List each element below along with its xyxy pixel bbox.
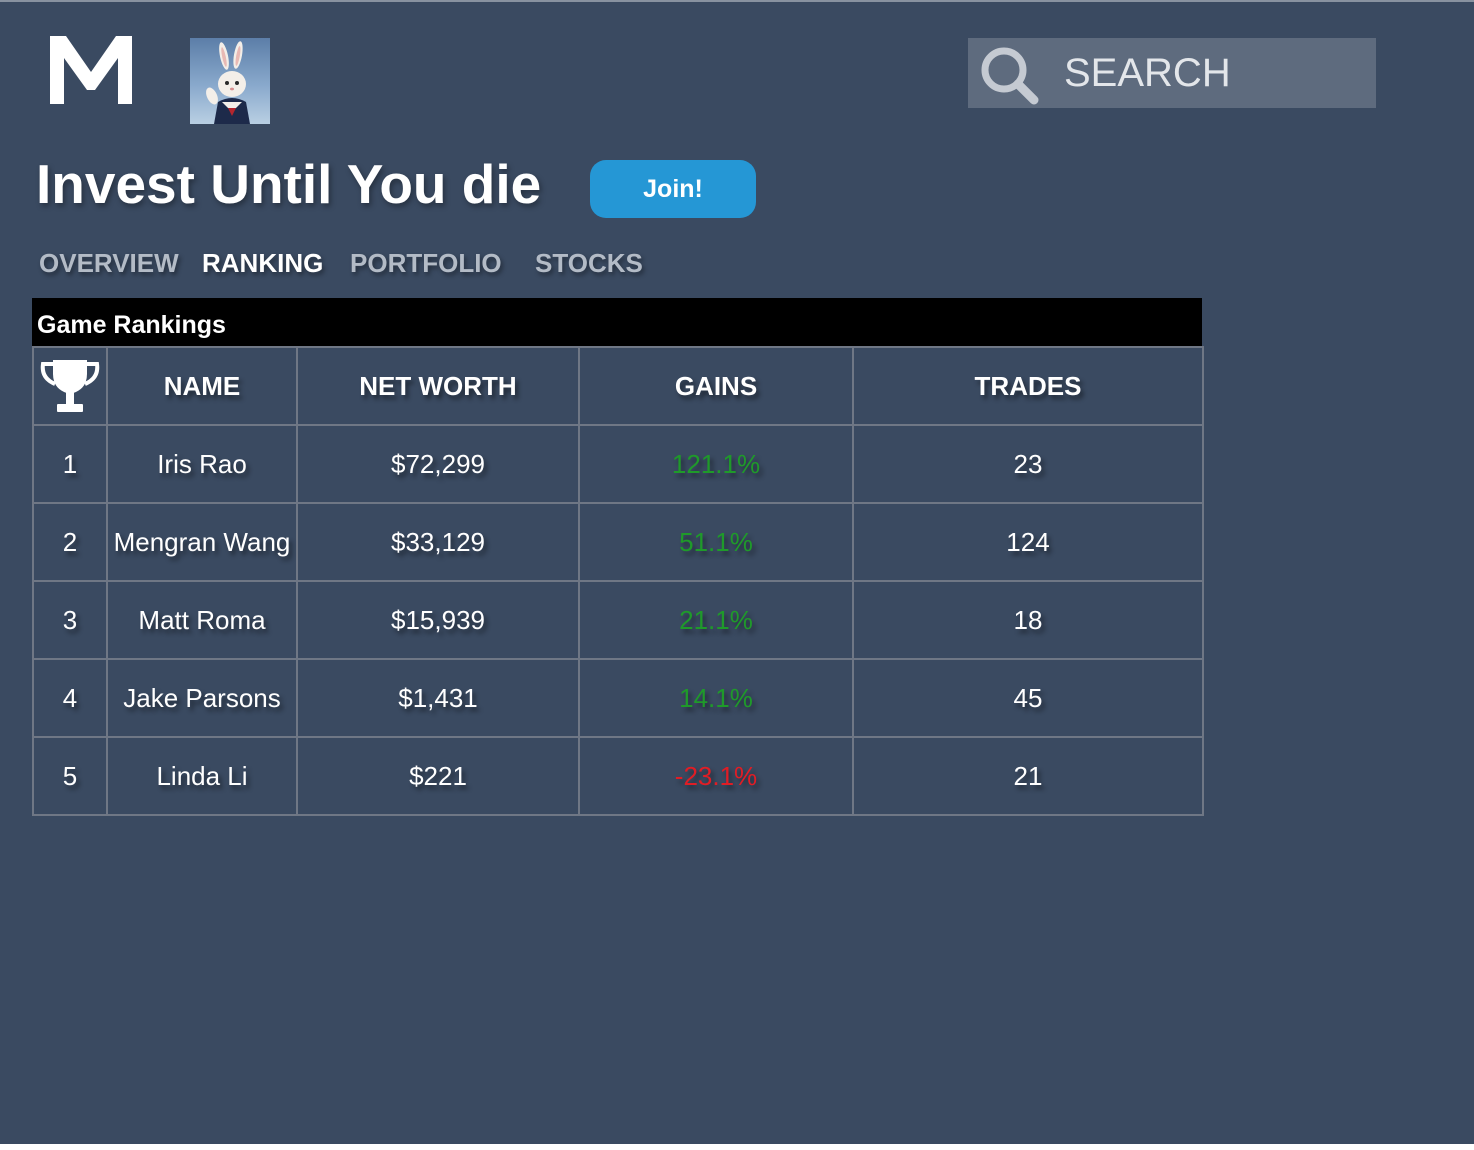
net-worth-cell: $1,431 bbox=[296, 658, 580, 738]
tab-portfolio[interactable]: PORTFOLIO bbox=[350, 248, 502, 279]
rankings-table: NAME NET WORTH GAINS TRADES 1 Iris Rao $… bbox=[32, 346, 1204, 816]
gains-cell: 14.1% bbox=[578, 658, 854, 738]
rankings-heading: Game Rankings bbox=[32, 298, 1202, 346]
trades-column-header[interactable]: TRADES bbox=[852, 346, 1204, 426]
rank-cell: 3 bbox=[32, 580, 108, 660]
bottom-border bbox=[0, 1144, 1474, 1150]
rank-cell: 4 bbox=[32, 658, 108, 738]
gains-cell: -23.1% bbox=[578, 736, 854, 816]
gains-column-header[interactable]: GAINS bbox=[578, 346, 854, 426]
player-name-cell[interactable]: Iris Rao bbox=[106, 424, 298, 504]
app-logo[interactable] bbox=[48, 32, 134, 106]
trades-cell: 21 bbox=[852, 736, 1204, 816]
game-title: Invest Until You die bbox=[36, 153, 542, 215]
tab-stocks[interactable]: STOCKS bbox=[535, 248, 643, 279]
rabbit-avatar-image bbox=[206, 41, 250, 124]
player-name-cell[interactable]: Matt Roma bbox=[106, 580, 298, 660]
table-row[interactable]: 4 Jake Parsons $1,431 14.1% 45 bbox=[32, 658, 1204, 738]
net-worth-column-header[interactable]: NET WORTH bbox=[296, 346, 580, 426]
rank-cell: 1 bbox=[32, 424, 108, 504]
net-worth-cell: $33,129 bbox=[296, 502, 580, 582]
search-box[interactable] bbox=[968, 38, 1376, 108]
net-worth-cell: $15,939 bbox=[296, 580, 580, 660]
trades-cell: 45 bbox=[852, 658, 1204, 738]
avatar[interactable] bbox=[190, 38, 270, 124]
table-header-row: NAME NET WORTH GAINS TRADES bbox=[32, 346, 1204, 426]
gains-cell: 51.1% bbox=[578, 502, 854, 582]
gains-cell: 21.1% bbox=[578, 580, 854, 660]
gains-cell: 121.1% bbox=[578, 424, 854, 504]
table-row[interactable]: 3 Matt Roma $15,939 21.1% 18 bbox=[32, 580, 1204, 660]
game-nav-tabs: OVERVIEW RANKING PORTFOLIO STOCKS bbox=[0, 248, 700, 284]
player-name-cell[interactable]: Mengran Wang bbox=[106, 502, 298, 582]
trades-cell: 23 bbox=[852, 424, 1204, 504]
search-icon[interactable] bbox=[978, 44, 1040, 106]
tab-ranking[interactable]: RANKING bbox=[202, 248, 323, 279]
table-row[interactable]: 2 Mengran Wang $33,129 51.1% 124 bbox=[32, 502, 1204, 582]
trades-cell: 18 bbox=[852, 580, 1204, 660]
tab-overview[interactable]: OVERVIEW bbox=[39, 248, 179, 279]
name-column-header[interactable]: NAME bbox=[106, 346, 298, 426]
rank-cell: 2 bbox=[32, 502, 108, 582]
trophy-icon bbox=[40, 360, 100, 412]
player-name-cell[interactable]: Linda Li bbox=[106, 736, 298, 816]
table-row[interactable]: 5 Linda Li $221 -23.1% 21 bbox=[32, 736, 1204, 816]
trades-cell: 124 bbox=[852, 502, 1204, 582]
table-row[interactable]: 1 Iris Rao $72,299 121.1% 23 bbox=[32, 424, 1204, 504]
player-name-cell[interactable]: Jake Parsons bbox=[106, 658, 298, 738]
net-worth-cell: $221 bbox=[296, 736, 580, 816]
net-worth-cell: $72,299 bbox=[296, 424, 580, 504]
top-border bbox=[0, 0, 1474, 2]
join-button[interactable]: Join! bbox=[590, 160, 756, 218]
search-input[interactable] bbox=[1064, 46, 1364, 100]
rank-column-header[interactable] bbox=[32, 346, 108, 426]
rank-cell: 5 bbox=[32, 736, 108, 816]
